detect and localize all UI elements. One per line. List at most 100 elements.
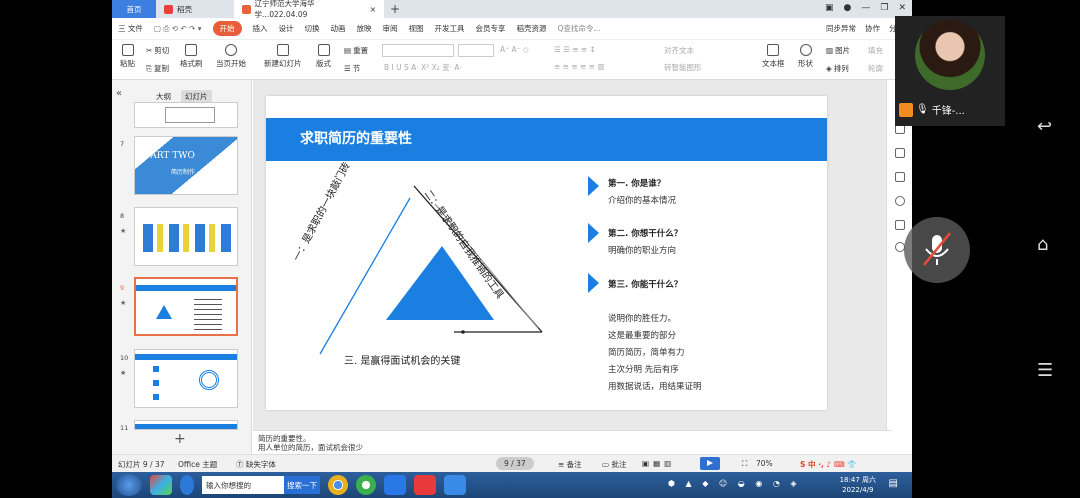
360-browser-icon[interactable] — [356, 475, 376, 495]
thumb-7-white-band — [135, 137, 237, 194]
wps-icon[interactable] — [414, 475, 436, 495]
fill-button[interactable]: 填充 — [868, 45, 883, 56]
align-buttons[interactable]: ≡ ≡ ≡ ≡ ≡ ▥ — [554, 62, 604, 71]
notes-line-2: 用人单位的简历，面试机会很少 — [258, 443, 363, 452]
sogou-ime-icon[interactable]: S 中 ·, ♪ ⌨ 👕 — [800, 459, 857, 470]
shape-button[interactable]: 形状 — [798, 44, 813, 69]
slide-number: 7 — [120, 140, 125, 148]
font-style-buttons[interactable]: B I U S A· X² X₂ 变· A· — [384, 62, 462, 73]
new-slide-label: 新建幻灯片 — [264, 59, 302, 68]
notes-toggle[interactable]: ≡ 备注 — [558, 459, 582, 470]
layout-icon[interactable]: ▣ — [825, 3, 834, 13]
scissors-icon: ✂ — [146, 46, 153, 55]
menu-start[interactable]: 开始 — [212, 21, 242, 36]
thumb-10-target — [199, 370, 219, 390]
app-color-icon[interactable] — [150, 475, 172, 495]
slide-thumbnail-10[interactable] — [134, 349, 238, 408]
menu-design[interactable]: 设计 — [279, 23, 294, 34]
mute-button[interactable] — [904, 217, 970, 283]
copy-icon[interactable] — [895, 172, 905, 182]
pdf-app-icon[interactable] — [384, 475, 406, 495]
tray-icons[interactable]: ⬢ ▲ ◆ ☺ ◒ ◉ ◔ ◈ — [668, 479, 801, 488]
slide-thumbnail-11[interactable] — [134, 420, 238, 430]
picture-button[interactable]: ▨ 图片 — [826, 45, 850, 56]
fit-icon[interactable]: ⛶ — [742, 459, 747, 469]
menu-member[interactable]: 会员专享 — [476, 23, 506, 34]
sync-status[interactable]: 同步异常 — [826, 23, 856, 34]
menu-insert[interactable]: 插入 — [253, 23, 268, 34]
slide-thumbnail-9[interactable] — [134, 277, 238, 336]
slide-thumbnail-7[interactable]: PART TWO 简历制作 — [134, 136, 238, 195]
menu-file[interactable]: 三 文件 — [118, 23, 143, 34]
help-icon[interactable] — [895, 196, 905, 206]
font-size-select[interactable] — [458, 44, 494, 57]
align-text-button[interactable]: 对齐文本 — [664, 45, 694, 56]
tab-document[interactable]: 辽宁师范大学海华学...022.04.09 × — [234, 0, 384, 19]
slide-thumbnail-8[interactable] — [134, 207, 238, 266]
pin-icon[interactable] — [895, 148, 905, 158]
menu-transition[interactable]: 切换 — [305, 23, 320, 34]
minimize-icon[interactable]: — — [861, 3, 870, 13]
tab-home[interactable]: 首页 — [112, 0, 156, 18]
participant-name: 千锋-... — [931, 106, 965, 117]
comments-toggle[interactable]: ▭ 批注 — [602, 459, 626, 470]
home-nav-icon[interactable]: ⌂ — [1037, 234, 1048, 255]
textbox-button[interactable]: 文本框 — [762, 44, 785, 69]
menu-view[interactable]: 视图 — [409, 23, 424, 34]
chrome-icon[interactable] — [328, 475, 348, 495]
copy-button[interactable]: ⎘ 复制 — [146, 63, 169, 74]
menu-review[interactable]: 审阅 — [383, 23, 398, 34]
paste-button[interactable]: 粘贴 — [120, 44, 135, 69]
menu-nav-icon[interactable]: ☰ — [1037, 360, 1053, 381]
restore-icon[interactable]: ❐ — [880, 3, 888, 13]
view-buttons[interactable]: ▣▦▥ — [642, 459, 675, 468]
reset-button[interactable]: ▤ 重置 — [344, 45, 368, 56]
zoom-level[interactable]: 70% — [756, 459, 773, 468]
smartart-button[interactable]: 转智能图形 — [664, 62, 702, 73]
taskbar-search-input[interactable]: 输入你想搜的 — [202, 476, 284, 494]
format-painter-button[interactable]: 格式刷 — [180, 44, 203, 69]
arrange-button[interactable]: ◈ 排列 — [826, 63, 849, 74]
quick-access-icons[interactable]: ▢ ⎙ ⟲ ↶ ↷ ▾ — [154, 24, 202, 34]
play-slideshow-button[interactable] — [700, 457, 720, 470]
menu-bar: 三 文件 ▢ ⎙ ⟲ ↶ ↷ ▾ 开始 插入 设计 切换 动画 放映 审阅 视图… — [112, 18, 912, 40]
collapse-panel-icon[interactable]: « — [116, 88, 122, 99]
arrange-label: 排列 — [833, 64, 849, 73]
cut-button[interactable]: ✂ 剪切 — [146, 45, 169, 56]
participant-video — [915, 20, 985, 90]
new-tab-button[interactable]: + — [390, 2, 400, 16]
taskbar-search-button[interactable]: 搜索一下 — [284, 476, 320, 494]
cloud-app-icon[interactable] — [444, 475, 466, 495]
close-icon[interactable]: ✕ — [898, 3, 906, 13]
menu-slideshow[interactable]: 放映 — [357, 23, 372, 34]
thumb-9-lines — [194, 295, 222, 331]
ie-icon[interactable] — [180, 475, 194, 495]
taskbar-clock[interactable]: 18:47 周六 2022/4/9 — [840, 475, 876, 495]
slide-thumbnail-6[interactable] — [134, 102, 238, 128]
new-slide-button[interactable]: 新建幻灯片 — [264, 44, 302, 69]
command-search[interactable]: Q查找命令... — [558, 23, 601, 34]
back-nav-icon[interactable]: ↩ — [1037, 116, 1052, 137]
font-size-controls[interactable]: A⁺ A⁻ ◇ — [500, 45, 529, 54]
font-name-select[interactable] — [382, 44, 454, 57]
collab-button[interactable]: 协作 — [865, 23, 880, 34]
tab-docer[interactable]: 稻壳 — [156, 0, 234, 18]
from-current-button[interactable]: 当页开始 — [216, 44, 246, 69]
section-button[interactable]: ☰ 节 — [344, 63, 360, 74]
current-slide[interactable]: 求职简历的重要性 一：是求职的一块敲门砖 二：是求职的自我推销的工具 三. 是赢… — [266, 96, 827, 410]
menu-docer-resources[interactable]: 稻壳资源 — [517, 23, 547, 34]
add-slide-button[interactable]: + — [174, 431, 186, 447]
outline-button[interactable]: 轮廓 — [868, 63, 883, 74]
section-icon: ☰ — [344, 64, 351, 73]
textbox-label: 文本框 — [762, 59, 785, 68]
paragraph-buttons[interactable]: ☰ ☰ ≡ ≡ ↕ — [554, 45, 596, 54]
menu-animation[interactable]: 动画 — [331, 23, 346, 34]
start-button[interactable] — [116, 474, 142, 496]
user-icon[interactable]: ● — [844, 3, 852, 13]
notification-icon[interactable]: ▤ — [889, 478, 898, 489]
close-tab-icon[interactable]: × — [370, 5, 376, 14]
menu-developer[interactable]: 开发工具 — [435, 23, 465, 34]
missing-font-button[interactable]: Ⓣ 缺失字体 — [236, 459, 276, 470]
layout-button[interactable]: 版式 — [316, 44, 331, 69]
notes-pane[interactable]: 简历的重要性。 用人单位的简历，面试机会很少 — [253, 430, 892, 454]
